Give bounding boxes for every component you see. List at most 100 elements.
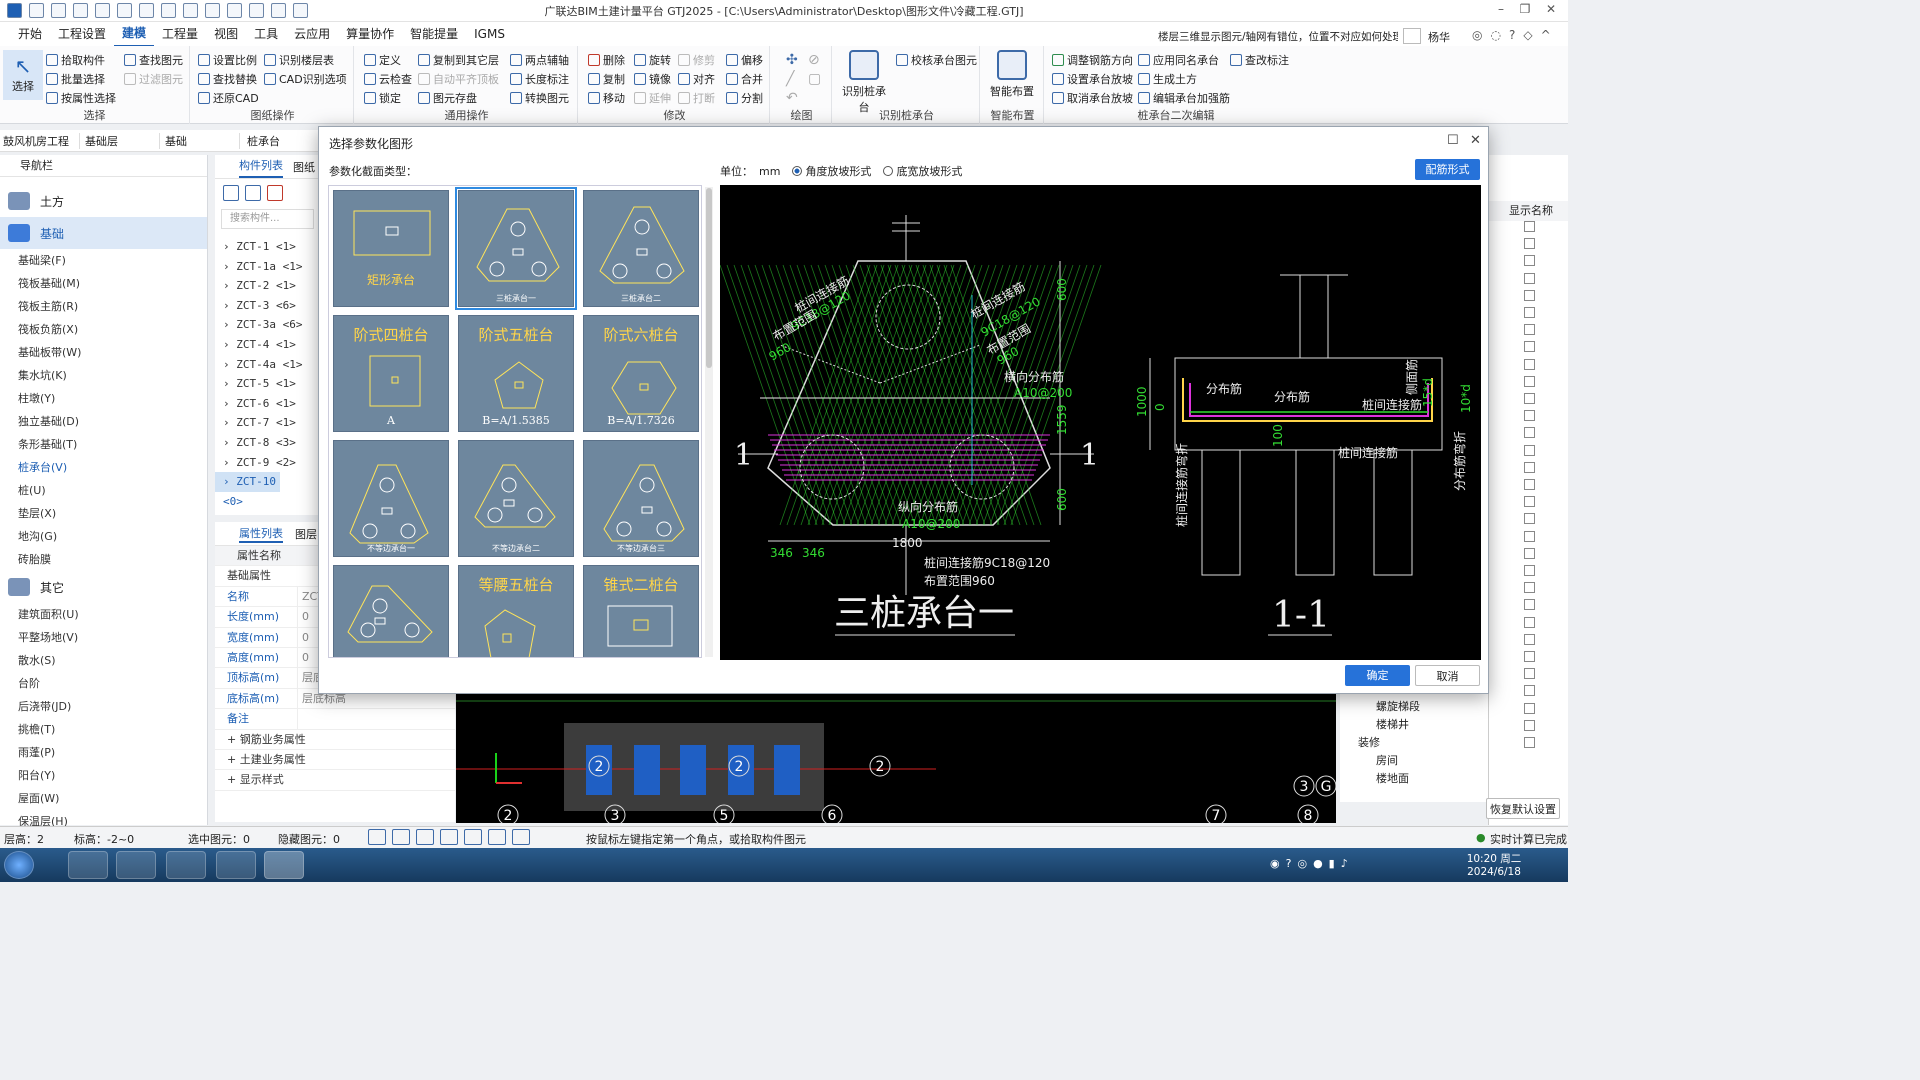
tray-antivirus-icon[interactable]: ◉ — [1270, 857, 1280, 870]
nav-item[interactable]: 桩(U) — [0, 479, 207, 502]
shape-option[interactable]: 三桩承台一 — [455, 187, 577, 310]
tray-network-icon[interactable]: ▮ — [1329, 857, 1335, 870]
mirror-button[interactable]: 镜像 — [634, 71, 671, 87]
apply-same-cap-button[interactable]: 应用同名承台 — [1138, 52, 1219, 68]
display-checkbox[interactable] — [1524, 221, 1535, 232]
nav-item[interactable]: 台阶 — [0, 672, 207, 695]
display-checkbox[interactable] — [1524, 410, 1535, 422]
search-icon[interactable] — [1403, 28, 1421, 44]
nav-cat-earth[interactable]: 土方 — [0, 185, 207, 217]
display-checkbox[interactable] — [1524, 427, 1535, 439]
component-item[interactable]: › ZCT-2 <1> — [215, 276, 320, 296]
component-search-input[interactable]: 搜索构件... — [221, 209, 314, 229]
grid-scroll-thumb[interactable] — [706, 188, 712, 368]
nav-item[interactable]: 独立基础(D) — [0, 410, 207, 433]
copy-button[interactable]: 复制 — [588, 71, 625, 87]
change-label-button[interactable]: 查改标注 — [1230, 52, 1289, 68]
delete-component-icon[interactable] — [267, 185, 283, 201]
cancel-slope-button[interactable]: 取消承台放坡 — [1052, 90, 1133, 106]
tab-component-list[interactable]: 构件列表 — [239, 156, 283, 178]
floor-select[interactable]: 基础层 — [82, 133, 160, 149]
clock[interactable]: 10:20 周二 2024/6/18 — [1462, 851, 1526, 878]
nav-item[interactable]: 屋面(W) — [0, 787, 207, 810]
delete-button[interactable]: 删除 — [588, 52, 625, 68]
nav-item[interactable]: 基础梁(F) — [0, 249, 207, 272]
taskbar-cad-icon[interactable] — [264, 851, 304, 879]
prop-group[interactable]: + 钢筋业务属性 — [215, 730, 455, 750]
nav-item[interactable]: 挑檐(T) — [0, 718, 207, 741]
tree-item-decoration[interactable]: 装修 — [1358, 734, 1380, 750]
new-component-icon[interactable] — [223, 185, 239, 201]
display-checkbox[interactable] — [1524, 375, 1535, 387]
display-checkbox[interactable] — [1524, 530, 1535, 542]
display-checkbox[interactable] — [1524, 719, 1535, 731]
display-checkbox[interactable] — [1524, 255, 1535, 267]
subtype-select[interactable]: 桩承台 — [244, 133, 320, 149]
taskbar-app2-icon[interactable] — [166, 851, 206, 879]
move-button[interactable]: 移动 — [588, 90, 625, 106]
define-button[interactable]: 定义 — [364, 52, 401, 68]
cad-options-button[interactable]: CAD识别选项 — [264, 71, 347, 87]
start-orb-icon[interactable] — [4, 851, 34, 879]
nav-item[interactable]: 筏板主筋(R) — [0, 295, 207, 318]
nav-item[interactable]: 筏板负筋(X) — [0, 318, 207, 341]
menu-view[interactable]: 视图 — [206, 22, 246, 46]
batch-select-button[interactable]: 批量选择 — [46, 71, 105, 87]
osnap-icon[interactable] — [392, 829, 410, 845]
shape-option[interactable]: 不等边承台二 — [458, 440, 574, 557]
component-item[interactable]: › ZCT-6 <1> — [215, 394, 320, 414]
component-item[interactable]: › ZCT-4 <1> — [215, 335, 320, 355]
merge-button[interactable]: 合并 — [726, 71, 763, 87]
display-checkbox[interactable] — [1524, 358, 1535, 370]
type-select[interactable]: 基础 — [162, 133, 240, 149]
cancel-button[interactable]: 取消 — [1415, 665, 1480, 686]
display-checkbox[interactable] — [1524, 479, 1535, 490]
display-checkbox[interactable] — [1524, 496, 1535, 508]
ortho-icon[interactable] — [368, 829, 386, 845]
tab-properties[interactable]: 属性列表 — [239, 525, 283, 543]
prop-group[interactable]: + 土建业务属性 — [215, 750, 455, 771]
display-checkbox[interactable] — [1524, 737, 1535, 748]
polar-icon[interactable] — [512, 829, 530, 845]
component-item[interactable]: › ZCT-1a <1> — [215, 257, 320, 277]
trim-button[interactable]: 修剪 — [678, 52, 715, 68]
component-item[interactable]: › ZCT-5 <1> — [215, 374, 320, 394]
tray-browser-icon[interactable]: ◎ — [1297, 857, 1307, 870]
line-icon[interactable]: ╱ — [786, 71, 794, 87]
split-button[interactable]: 分割 — [726, 90, 763, 106]
cloud-check-button[interactable]: 云检查 — [364, 71, 412, 87]
pile-cap[interactable] — [680, 745, 706, 795]
display-checkbox[interactable] — [1524, 565, 1535, 576]
shape-option[interactable]: 不等边承台一 — [333, 440, 449, 557]
maximize-dialog-icon[interactable]: ☐ — [1447, 133, 1459, 148]
two-point-axis-button[interactable]: 两点辅轴 — [510, 52, 569, 68]
shape-option[interactable]: 不等边承台四 — [333, 565, 449, 657]
tree-item-spiral[interactable]: 螺旋梯段 — [1376, 698, 1420, 714]
component-item[interactable]: › ZCT-4a <1> — [215, 355, 320, 375]
filter-element-button[interactable]: 过滤图元 — [124, 71, 183, 87]
nav-item[interactable]: 基础板带(W) — [0, 341, 207, 364]
rect-icon[interactable]: ▢ — [808, 71, 821, 87]
ok-button[interactable]: 确定 — [1345, 665, 1410, 686]
help-hint[interactable]: 楼层三维显示图元/轴网有错位，位置不对应如何处理？ — [1158, 29, 1398, 44]
shape-option[interactable]: 等腰五桩台 — [458, 565, 574, 657]
display-checkbox[interactable] — [1524, 702, 1535, 714]
rotate-button[interactable]: 旋转 — [634, 52, 671, 68]
display-checkbox[interactable] — [1524, 307, 1535, 318]
cross-icon[interactable] — [416, 829, 434, 845]
nav-item[interactable]: 桩承台(V) — [0, 456, 207, 479]
display-checkbox[interactable] — [1524, 582, 1535, 594]
project-select[interactable]: 鼓风机房工程 — [0, 133, 80, 149]
select-by-attr-button[interactable]: 按属性选择 — [46, 90, 116, 106]
headset-icon[interactable]: ◎ — [1472, 28, 1482, 42]
menu-start[interactable]: 开始 — [10, 22, 50, 46]
arc-icon[interactable]: ↶ — [786, 90, 798, 106]
point-icon[interactable]: ✣ — [786, 52, 798, 68]
display-checkbox[interactable] — [1524, 651, 1535, 662]
nav-item[interactable]: 平整场地(V) — [0, 626, 207, 649]
nav-item[interactable]: 砖胎膜 — [0, 548, 207, 571]
align-button[interactable]: 对齐 — [678, 71, 715, 87]
nav-item[interactable]: 后浇带(JD) — [0, 695, 207, 718]
prop-row[interactable]: 备注 — [215, 709, 455, 730]
angle-icon[interactable] — [440, 829, 458, 845]
